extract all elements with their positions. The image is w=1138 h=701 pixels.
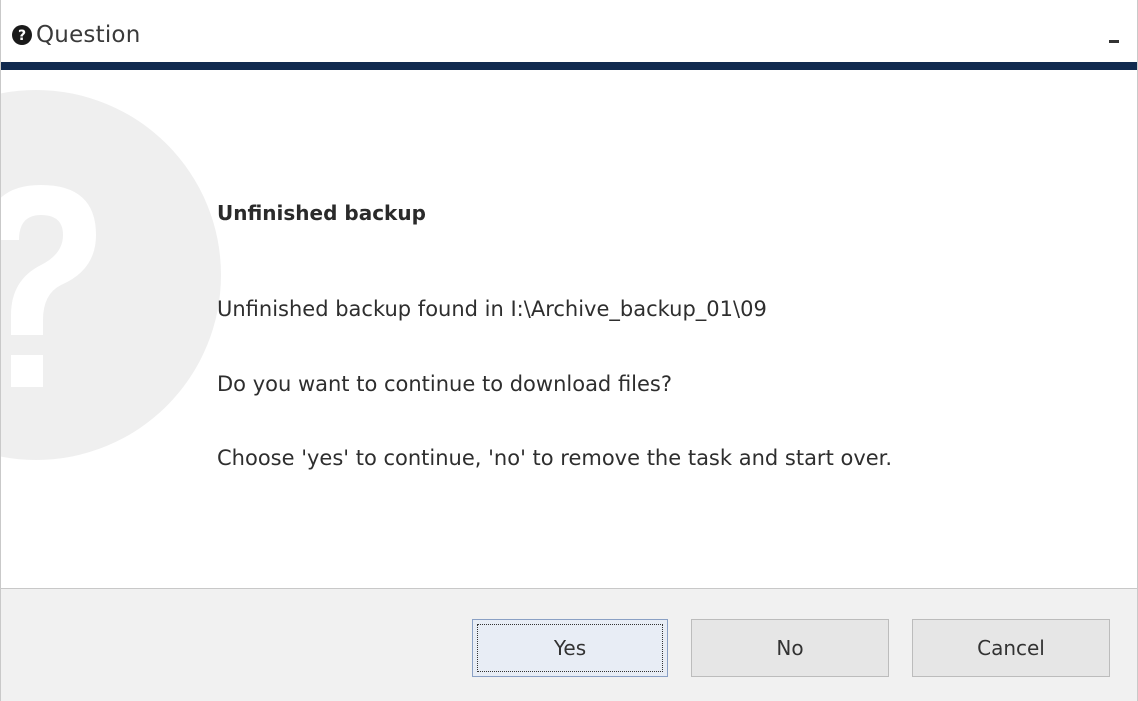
cancel-button-label: Cancel	[977, 636, 1045, 660]
minimize-icon	[1109, 40, 1119, 43]
message-line-instructions: Choose 'yes' to continue, 'no' to remove…	[217, 446, 893, 470]
button-bar: Yes No Cancel	[1, 588, 1137, 701]
title-bar[interactable]: ? Question	[1, 0, 1137, 62]
cancel-button[interactable]: Cancel	[912, 619, 1110, 677]
yes-button-label: Yes	[553, 636, 587, 660]
question-circle-icon: ?	[12, 25, 32, 45]
no-button[interactable]: No	[691, 619, 889, 677]
question-mark-icon	[1, 90, 221, 460]
message-line-backup-path: Unfinished backup found in I:\Archive_ba…	[217, 297, 767, 321]
accent-bar	[1, 62, 1137, 70]
window-title: Question	[36, 22, 141, 48]
message-line-question: Do you want to continue to download file…	[217, 372, 673, 396]
yes-button[interactable]: Yes	[472, 619, 668, 677]
no-button-label: No	[776, 636, 804, 660]
message-area: Unfinished backup Unfinished backup foun…	[1, 70, 1137, 588]
minimize-button[interactable]	[1103, 22, 1127, 50]
svg-text:?: ?	[18, 28, 26, 44]
message-heading: Unfinished backup	[217, 201, 426, 225]
question-dialog: ? Question Unfinished backup Unfinished …	[0, 0, 1138, 701]
